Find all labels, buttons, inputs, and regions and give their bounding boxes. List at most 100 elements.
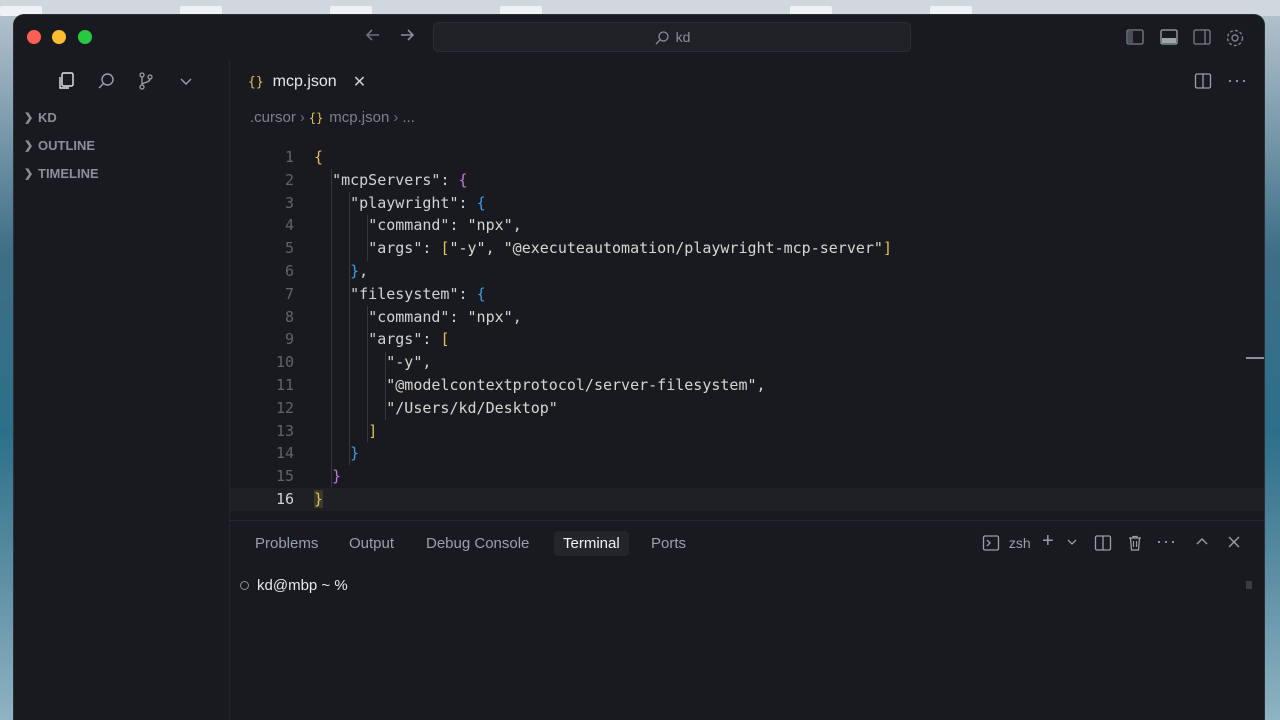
sidebar-section-outline[interactable]: ❯ OUTLINE xyxy=(14,132,229,160)
zoom-window-button[interactable] xyxy=(78,30,92,44)
command-center-text: kd xyxy=(675,29,691,45)
line-text: "/Users/kd/Desktop" xyxy=(386,398,558,417)
code-editor[interactable]: 1{ 2 "mcpServers": { 3 "playwright": { 4… xyxy=(230,146,1264,511)
line-text: "mcpServers": { xyxy=(332,170,468,189)
chevron-right-icon: ❯ xyxy=(24,140,34,152)
tab-terminal[interactable]: Terminal xyxy=(554,531,629,556)
code-line: 11 "@modelcontextprotocol/server-filesys… xyxy=(230,374,1264,397)
breadcrumb-separator-icon: › xyxy=(393,109,399,126)
search-icon xyxy=(655,31,669,45)
code-line: 2 "mcpServers": { xyxy=(230,169,1264,192)
toggle-panel-icon[interactable] xyxy=(1159,27,1179,52)
line-text: "command": "npx", xyxy=(368,216,522,235)
line-text: }, xyxy=(350,261,369,280)
new-terminal-plus-icon[interactable]: + xyxy=(1042,530,1054,553)
line-text: "args": ["-y", "@executeautomation/playw… xyxy=(368,239,892,258)
close-tab-icon[interactable]: ✕ xyxy=(353,72,366,92)
line-number: 6 xyxy=(284,261,294,280)
trash-icon[interactable] xyxy=(1126,534,1144,555)
line-number: 16 xyxy=(275,489,294,508)
line-number: 7 xyxy=(284,284,294,303)
line-text: "command": "npx", xyxy=(368,307,522,326)
chevron-down-icon[interactable] xyxy=(178,71,194,96)
line-number: 9 xyxy=(284,330,294,349)
scrollbar-position-marker[interactable] xyxy=(1246,357,1264,359)
split-terminal-icon[interactable] xyxy=(1094,534,1112,555)
line-number: 15 xyxy=(275,467,294,486)
breadcrumb-file[interactable]: mcp.json xyxy=(329,109,389,126)
desktop-top-strip xyxy=(0,0,1280,16)
toggle-primary-sidebar-icon[interactable] xyxy=(1125,27,1145,52)
line-text: "@modelcontextprotocol/server-filesystem… xyxy=(386,375,766,394)
line-number: 8 xyxy=(284,307,294,326)
chevron-down-icon[interactable] xyxy=(1066,535,1078,551)
forward-arrow-icon[interactable] xyxy=(397,25,417,51)
tab-debug-console[interactable]: Debug Console xyxy=(426,535,529,552)
tab-output[interactable]: Output xyxy=(349,535,394,552)
sidebar-section-kd[interactable]: ❯ KD xyxy=(14,104,229,132)
sidebar-section-label: TIMELINE xyxy=(38,166,99,181)
command-center-search[interactable]: kd xyxy=(433,22,911,52)
line-number: 11 xyxy=(275,375,294,394)
code-line: 4 "command": "npx", xyxy=(230,214,1264,237)
line-text: ] xyxy=(368,421,378,440)
chevron-right-icon: ❯ xyxy=(24,112,34,124)
code-line: 1{ xyxy=(230,146,1264,169)
sidebar-section-timeline[interactable]: ❯ TIMELINE xyxy=(14,160,229,188)
tab-ports[interactable]: Ports xyxy=(651,535,686,552)
line-text: { xyxy=(314,148,324,166)
code-line: 8 "command": "npx", xyxy=(230,306,1264,329)
more-actions-icon[interactable]: ··· xyxy=(1156,531,1177,552)
editor-area: {} mcp.json ✕ ··· .cursor ›{} mcp.json ›...… xyxy=(230,60,1264,520)
breadcrumb-folder[interactable]: .cursor xyxy=(250,109,296,126)
command-status-circle-icon xyxy=(240,580,249,590)
code-line: 7 "filesystem": { xyxy=(230,283,1264,306)
source-control-icon[interactable] xyxy=(136,71,156,96)
breadcrumb-separator-icon: › xyxy=(299,109,305,126)
shell-label: zsh xyxy=(1008,535,1031,552)
code-line: 3 "playwright": { xyxy=(230,192,1264,215)
title-bar: kd xyxy=(14,15,1264,60)
json-file-icon: {} xyxy=(308,111,324,125)
search-icon[interactable] xyxy=(96,71,116,96)
line-number: 13 xyxy=(275,421,294,440)
primary-sidebar: ❯ KD ❯ OUTLINE ❯ TIMELINE xyxy=(14,60,230,720)
editor-tab-mcp-json[interactable]: {} mcp.json ✕ xyxy=(230,60,380,104)
more-actions-icon[interactable]: ··· xyxy=(1227,70,1248,91)
line-number: 1 xyxy=(284,148,294,166)
maximize-panel-chevron-up-icon[interactable] xyxy=(1194,534,1210,553)
terminal-prompt: kd@mbp ~ % xyxy=(257,577,348,594)
breadcrumb-more[interactable]: ... xyxy=(402,109,415,126)
line-number: 4 xyxy=(284,216,294,235)
line-text: } xyxy=(332,467,342,486)
line-text: } xyxy=(314,489,324,508)
terminal-shell-selector[interactable]: zsh xyxy=(982,534,1031,552)
code-line: 13 ] xyxy=(230,420,1264,443)
line-number: 3 xyxy=(284,193,294,212)
close-panel-icon[interactable] xyxy=(1226,534,1242,553)
toggle-secondary-sidebar-icon[interactable] xyxy=(1192,27,1212,52)
close-window-button[interactable] xyxy=(27,30,41,44)
split-editor-icon[interactable] xyxy=(1194,72,1212,95)
explorer-files-icon[interactable] xyxy=(56,71,76,96)
sidebar-section-label: KD xyxy=(38,110,57,125)
code-line: 9 "args": [ xyxy=(230,328,1264,351)
tab-problems[interactable]: Problems xyxy=(255,535,318,552)
activity-bar xyxy=(14,60,229,102)
line-text: } xyxy=(350,444,360,463)
back-arrow-icon[interactable] xyxy=(363,25,383,51)
minimize-window-button[interactable] xyxy=(52,30,66,44)
breadcrumb: .cursor ›{} mcp.json ›... xyxy=(230,105,1264,133)
settings-gear-icon[interactable] xyxy=(1224,27,1246,54)
bottom-panel: Problems Output Debug Console Terminal P… xyxy=(230,520,1264,720)
code-line-current: 16} xyxy=(230,487,1264,511)
terminal-output[interactable]: kd@mbp ~ % xyxy=(240,577,348,594)
line-text: "-y", xyxy=(386,353,432,372)
code-line: 12 "/Users/kd/Desktop" xyxy=(230,397,1264,420)
line-number: 2 xyxy=(284,170,294,189)
editor-tab-bar: {} mcp.json ✕ ··· xyxy=(230,60,1264,105)
terminal-scrollbar[interactable] xyxy=(1246,581,1252,589)
chevron-right-icon: ❯ xyxy=(24,168,34,180)
line-text: "playwright": { xyxy=(350,193,486,212)
code-line: 10 "-y", xyxy=(230,351,1264,374)
